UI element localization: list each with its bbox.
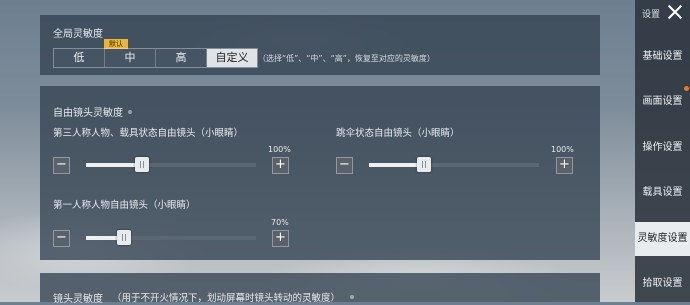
first-person-slider[interactable] [86, 230, 256, 245]
third-person-slider[interactable] [86, 157, 256, 172]
settings-title: 设置 [642, 10, 661, 20]
preset-high-button[interactable]: 高 [156, 49, 207, 67]
close-icon[interactable] [666, 3, 684, 21]
parachute-value: 100% [551, 145, 574, 154]
preset-hint: （选择“低”、“中”、“高”，恢复至对应的灵敏度） [258, 54, 435, 63]
third-person-value: 100% [268, 145, 291, 154]
slider-handle[interactable] [135, 157, 149, 172]
preset-custom-button[interactable]: 自定义 [207, 49, 257, 67]
first-person-label: 第一人称人物自由镜头（小眼睛） [53, 200, 196, 211]
preset-medium-button[interactable]: 中 [105, 49, 156, 67]
free-look-title: 自由镜头灵敏度 [53, 108, 123, 119]
sidebar-item-controls[interactable]: 操作设置 [635, 131, 690, 165]
parachute-plus-button[interactable]: + [556, 157, 573, 174]
notification-dot [684, 86, 689, 91]
camera-sensitivity-title: 镜头灵敏度 [53, 294, 103, 305]
preset-low-button[interactable]: 低 [54, 49, 105, 67]
third-person-minus-button[interactable]: − [53, 157, 70, 174]
slider-handle[interactable] [117, 230, 131, 245]
third-person-label: 第三人称人物、载具状态自由镜头（小眼睛） [53, 128, 244, 139]
parachute-label: 跳伞状态自由镜头（小眼睛） [336, 128, 460, 139]
sidebar-item-graphics[interactable]: 画面设置 [635, 85, 690, 119]
sidebar-item-vehicle[interactable]: 载具设置 [635, 176, 690, 210]
first-person-value: 70% [271, 218, 289, 227]
parachute-slider[interactable] [369, 157, 539, 172]
slider-handle[interactable] [417, 157, 431, 172]
sidebar-item-basic[interactable]: 基础设置 [635, 40, 690, 74]
slider-fill [86, 163, 142, 167]
sensitivity-preset-selector: 低 中 高 自定义 [53, 48, 258, 68]
sidebar-item-sensitivity[interactable]: 灵敏度设置 [635, 222, 690, 256]
first-person-minus-button[interactable]: − [53, 230, 70, 247]
info-icon [350, 295, 354, 299]
sidebar-item-pickup[interactable]: 拾取设置 [635, 267, 690, 301]
info-icon [128, 110, 132, 114]
first-person-plus-button[interactable]: + [272, 230, 289, 247]
global-sensitivity-title: 全局灵敏度 [53, 29, 103, 40]
parachute-minus-button[interactable]: − [336, 157, 353, 174]
third-person-plus-button[interactable]: + [272, 157, 289, 174]
